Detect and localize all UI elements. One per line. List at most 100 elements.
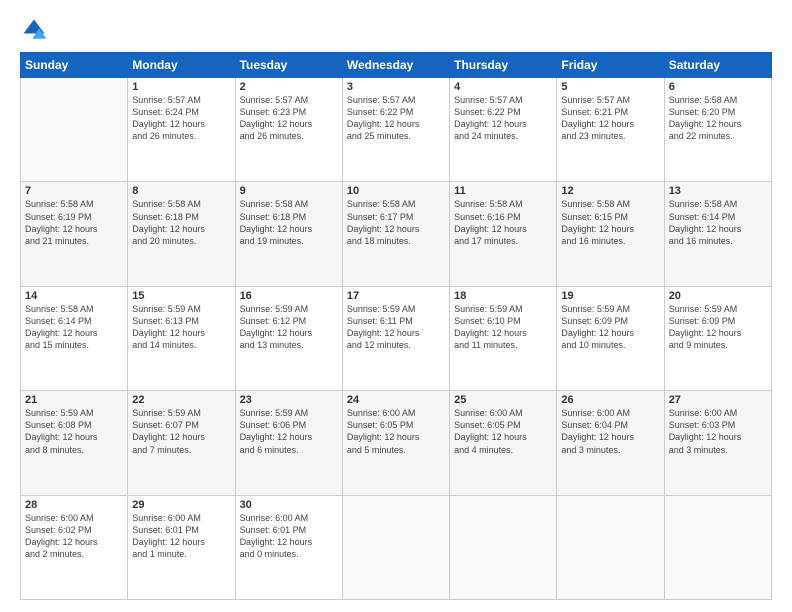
day-number: 2 [240, 81, 338, 93]
calendar-header: SundayMondayTuesdayWednesdayThursdayFrid… [21, 53, 772, 78]
day-info: Sunrise: 5:58 AM Sunset: 6:20 PM Dayligh… [669, 94, 767, 143]
day-info: Sunrise: 6:00 AM Sunset: 6:04 PM Dayligh… [561, 407, 659, 456]
calendar-cell: 2Sunrise: 5:57 AM Sunset: 6:23 PM Daylig… [235, 78, 342, 182]
calendar-cell: 17Sunrise: 5:59 AM Sunset: 6:11 PM Dayli… [342, 286, 449, 390]
day-header: Tuesday [235, 53, 342, 78]
calendar-body: 1Sunrise: 5:57 AM Sunset: 6:24 PM Daylig… [21, 78, 772, 600]
day-info: Sunrise: 5:59 AM Sunset: 6:07 PM Dayligh… [132, 407, 230, 456]
day-info: Sunrise: 5:58 AM Sunset: 6:14 PM Dayligh… [25, 303, 123, 352]
day-number: 30 [240, 499, 338, 511]
day-info: Sunrise: 6:00 AM Sunset: 6:05 PM Dayligh… [454, 407, 552, 456]
calendar-cell: 1Sunrise: 5:57 AM Sunset: 6:24 PM Daylig… [128, 78, 235, 182]
calendar-cell: 13Sunrise: 5:58 AM Sunset: 6:14 PM Dayli… [664, 182, 771, 286]
day-number: 3 [347, 81, 445, 93]
day-number: 23 [240, 394, 338, 406]
calendar-cell: 15Sunrise: 5:59 AM Sunset: 6:13 PM Dayli… [128, 286, 235, 390]
day-info: Sunrise: 5:59 AM Sunset: 6:10 PM Dayligh… [454, 303, 552, 352]
calendar-cell: 24Sunrise: 6:00 AM Sunset: 6:05 PM Dayli… [342, 391, 449, 495]
day-number: 9 [240, 185, 338, 197]
day-number: 19 [561, 290, 659, 302]
page: SundayMondayTuesdayWednesdayThursdayFrid… [0, 0, 792, 612]
calendar-cell [450, 495, 557, 599]
calendar-row: 28Sunrise: 6:00 AM Sunset: 6:02 PM Dayli… [21, 495, 772, 599]
calendar-cell: 19Sunrise: 5:59 AM Sunset: 6:09 PM Dayli… [557, 286, 664, 390]
day-number: 22 [132, 394, 230, 406]
day-header: Friday [557, 53, 664, 78]
day-header: Wednesday [342, 53, 449, 78]
calendar-cell: 12Sunrise: 5:58 AM Sunset: 6:15 PM Dayli… [557, 182, 664, 286]
day-number: 13 [669, 185, 767, 197]
day-number: 20 [669, 290, 767, 302]
day-number: 8 [132, 185, 230, 197]
calendar-row: 14Sunrise: 5:58 AM Sunset: 6:14 PM Dayli… [21, 286, 772, 390]
day-number: 26 [561, 394, 659, 406]
calendar-cell: 6Sunrise: 5:58 AM Sunset: 6:20 PM Daylig… [664, 78, 771, 182]
calendar-cell: 3Sunrise: 5:57 AM Sunset: 6:22 PM Daylig… [342, 78, 449, 182]
day-number: 29 [132, 499, 230, 511]
day-number: 16 [240, 290, 338, 302]
day-info: Sunrise: 5:59 AM Sunset: 6:13 PM Dayligh… [132, 303, 230, 352]
calendar-cell: 30Sunrise: 6:00 AM Sunset: 6:01 PM Dayli… [235, 495, 342, 599]
day-number: 6 [669, 81, 767, 93]
calendar-row: 21Sunrise: 5:59 AM Sunset: 6:08 PM Dayli… [21, 391, 772, 495]
day-number: 18 [454, 290, 552, 302]
logo [20, 16, 52, 44]
day-number: 24 [347, 394, 445, 406]
day-info: Sunrise: 5:58 AM Sunset: 6:14 PM Dayligh… [669, 198, 767, 247]
calendar-cell: 14Sunrise: 5:58 AM Sunset: 6:14 PM Dayli… [21, 286, 128, 390]
calendar-cell: 8Sunrise: 5:58 AM Sunset: 6:18 PM Daylig… [128, 182, 235, 286]
day-info: Sunrise: 5:59 AM Sunset: 6:06 PM Dayligh… [240, 407, 338, 456]
calendar-cell: 20Sunrise: 5:59 AM Sunset: 6:09 PM Dayli… [664, 286, 771, 390]
day-info: Sunrise: 5:58 AM Sunset: 6:18 PM Dayligh… [240, 198, 338, 247]
calendar-cell: 9Sunrise: 5:58 AM Sunset: 6:18 PM Daylig… [235, 182, 342, 286]
day-info: Sunrise: 5:58 AM Sunset: 6:19 PM Dayligh… [25, 198, 123, 247]
day-info: Sunrise: 5:59 AM Sunset: 6:08 PM Dayligh… [25, 407, 123, 456]
day-number: 1 [132, 81, 230, 93]
day-number: 4 [454, 81, 552, 93]
day-number: 14 [25, 290, 123, 302]
day-number: 5 [561, 81, 659, 93]
day-info: Sunrise: 5:57 AM Sunset: 6:24 PM Dayligh… [132, 94, 230, 143]
day-number: 27 [669, 394, 767, 406]
day-number: 17 [347, 290, 445, 302]
calendar-cell: 18Sunrise: 5:59 AM Sunset: 6:10 PM Dayli… [450, 286, 557, 390]
day-info: Sunrise: 5:59 AM Sunset: 6:09 PM Dayligh… [561, 303, 659, 352]
logo-icon [20, 16, 48, 44]
calendar-cell: 7Sunrise: 5:58 AM Sunset: 6:19 PM Daylig… [21, 182, 128, 286]
day-info: Sunrise: 5:57 AM Sunset: 6:23 PM Dayligh… [240, 94, 338, 143]
calendar-cell: 29Sunrise: 6:00 AM Sunset: 6:01 PM Dayli… [128, 495, 235, 599]
day-header: Saturday [664, 53, 771, 78]
day-number: 21 [25, 394, 123, 406]
day-header: Monday [128, 53, 235, 78]
day-number: 10 [347, 185, 445, 197]
day-info: Sunrise: 6:00 AM Sunset: 6:01 PM Dayligh… [132, 512, 230, 561]
header [20, 16, 772, 44]
calendar-cell: 10Sunrise: 5:58 AM Sunset: 6:17 PM Dayli… [342, 182, 449, 286]
calendar-cell: 28Sunrise: 6:00 AM Sunset: 6:02 PM Dayli… [21, 495, 128, 599]
day-info: Sunrise: 5:57 AM Sunset: 6:21 PM Dayligh… [561, 94, 659, 143]
calendar-cell [664, 495, 771, 599]
day-number: 28 [25, 499, 123, 511]
calendar-cell: 22Sunrise: 5:59 AM Sunset: 6:07 PM Dayli… [128, 391, 235, 495]
day-info: Sunrise: 6:00 AM Sunset: 6:05 PM Dayligh… [347, 407, 445, 456]
day-info: Sunrise: 5:58 AM Sunset: 6:18 PM Dayligh… [132, 198, 230, 247]
header-row: SundayMondayTuesdayWednesdayThursdayFrid… [21, 53, 772, 78]
calendar-cell: 16Sunrise: 5:59 AM Sunset: 6:12 PM Dayli… [235, 286, 342, 390]
calendar-cell [342, 495, 449, 599]
calendar-cell [557, 495, 664, 599]
calendar-cell: 11Sunrise: 5:58 AM Sunset: 6:16 PM Dayli… [450, 182, 557, 286]
day-info: Sunrise: 6:00 AM Sunset: 6:03 PM Dayligh… [669, 407, 767, 456]
calendar-cell: 25Sunrise: 6:00 AM Sunset: 6:05 PM Dayli… [450, 391, 557, 495]
calendar-row: 7Sunrise: 5:58 AM Sunset: 6:19 PM Daylig… [21, 182, 772, 286]
day-info: Sunrise: 5:57 AM Sunset: 6:22 PM Dayligh… [454, 94, 552, 143]
day-info: Sunrise: 5:59 AM Sunset: 6:09 PM Dayligh… [669, 303, 767, 352]
day-number: 15 [132, 290, 230, 302]
calendar-cell: 26Sunrise: 6:00 AM Sunset: 6:04 PM Dayli… [557, 391, 664, 495]
calendar-cell: 27Sunrise: 6:00 AM Sunset: 6:03 PM Dayli… [664, 391, 771, 495]
day-header: Thursday [450, 53, 557, 78]
day-info: Sunrise: 6:00 AM Sunset: 6:02 PM Dayligh… [25, 512, 123, 561]
day-header: Sunday [21, 53, 128, 78]
calendar-cell: 23Sunrise: 5:59 AM Sunset: 6:06 PM Dayli… [235, 391, 342, 495]
day-info: Sunrise: 5:59 AM Sunset: 6:11 PM Dayligh… [347, 303, 445, 352]
calendar-cell: 5Sunrise: 5:57 AM Sunset: 6:21 PM Daylig… [557, 78, 664, 182]
